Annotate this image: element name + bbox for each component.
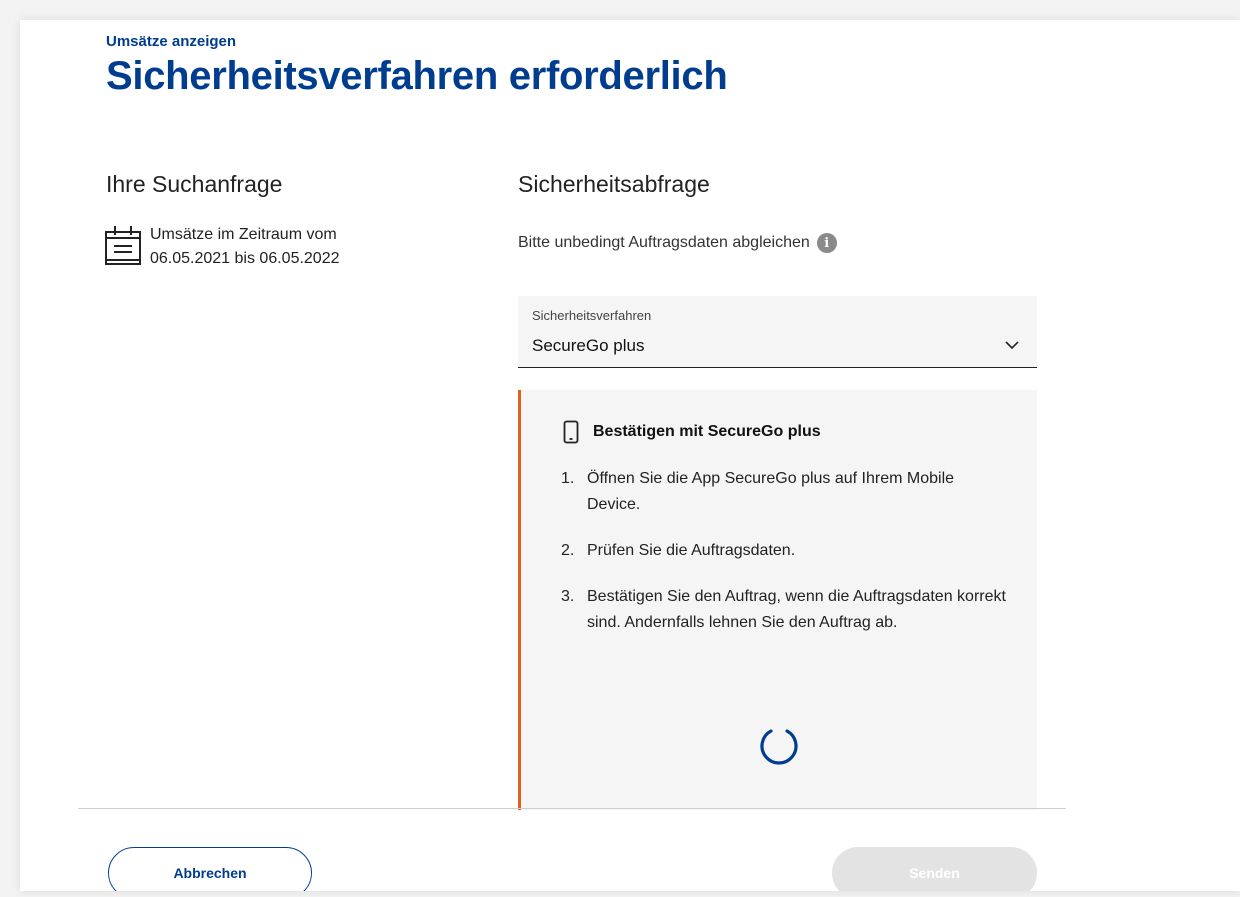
loading-spinner-icon bbox=[760, 729, 798, 765]
step-text: Bestätigen Sie den Auftrag, wenn die Auf… bbox=[587, 588, 1006, 631]
step-number: 2. bbox=[561, 542, 575, 559]
list-item: 3. Bestätigen Sie den Auftrag, wenn die … bbox=[561, 584, 1006, 636]
send-button[interactable]: Senden bbox=[832, 847, 1037, 891]
select-label: Sicherheitsverfahren bbox=[532, 308, 652, 323]
step-text: Öffnen Sie die App SecureGo plus auf Ihr… bbox=[587, 470, 955, 513]
panel-header: Bestätigen mit SecureGo plus bbox=[563, 420, 821, 444]
search-period-line2: 06.05.2021 bis 06.05.2022 bbox=[150, 250, 340, 267]
search-period: Umsätze im Zeitraum vom 06.05.2021 bis 0… bbox=[150, 223, 340, 271]
chevron-down-icon bbox=[1005, 341, 1019, 350]
breadcrumb[interactable]: Umsätze anzeigen bbox=[106, 33, 236, 50]
security-method-select[interactable]: Sicherheitsverfahren SecureGo plus bbox=[518, 296, 1037, 368]
security-heading: Sicherheitsabfrage bbox=[518, 171, 710, 197]
cancel-button[interactable]: Abbrechen bbox=[108, 847, 312, 891]
panel-title: Bestätigen mit SecureGo plus bbox=[593, 423, 821, 440]
steps-list: 1. Öffnen Sie die App SecureGo plus auf … bbox=[561, 466, 1006, 656]
step-text: Prüfen Sie die Auftragsdaten. bbox=[587, 542, 796, 559]
list-item: 2. Prüfen Sie die Auftragsdaten. bbox=[561, 538, 1006, 564]
calendar-icon bbox=[105, 226, 141, 265]
security-hint-text: Bitte unbedingt Auftragsdaten abgleichen bbox=[518, 234, 810, 251]
confirmation-panel: Bestätigen mit SecureGo plus 1. Öffnen S… bbox=[518, 390, 1037, 810]
step-number: 3. bbox=[561, 588, 575, 605]
divider bbox=[78, 808, 1066, 809]
smartphone-icon bbox=[563, 420, 579, 444]
search-period-line1: Umsätze im Zeitraum vom bbox=[150, 226, 337, 243]
search-heading: Ihre Suchanfrage bbox=[106, 171, 283, 197]
step-number: 1. bbox=[561, 470, 575, 487]
list-item: 1. Öffnen Sie die App SecureGo plus auf … bbox=[561, 466, 1006, 518]
page: Umsätze anzeigen Sicherheitsverfahren er… bbox=[20, 20, 1240, 891]
info-icon[interactable]: i bbox=[816, 233, 837, 253]
search-summary: Umsätze im Zeitraum vom 06.05.2021 bis 0… bbox=[104, 223, 340, 271]
security-hint: Bitte unbedingt Auftragsdaten abgleichen… bbox=[518, 233, 837, 253]
select-value: SecureGo plus bbox=[532, 336, 645, 355]
page-title: Sicherheitsverfahren erforderlich bbox=[106, 54, 728, 98]
